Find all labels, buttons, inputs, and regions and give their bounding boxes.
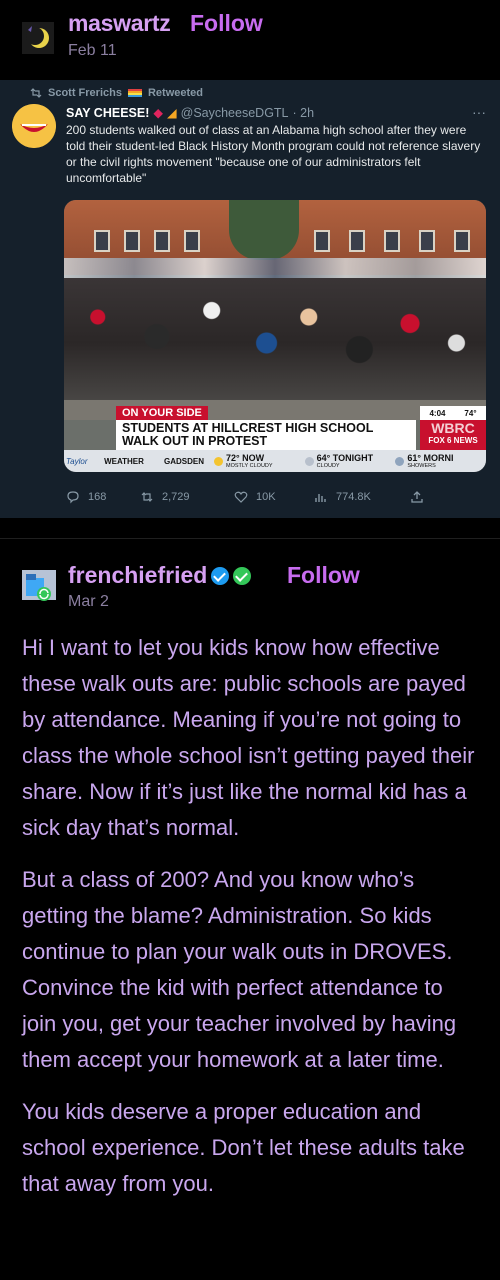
cloudy-icon xyxy=(304,456,314,466)
news-banner-label: ON YOUR SIDE xyxy=(116,406,208,420)
weather-city: GADSDEN xyxy=(163,456,204,466)
forecast-now-cond: MOSTLY CLOUDY xyxy=(226,462,273,469)
smile-logo-icon xyxy=(12,104,56,148)
forecast-now: 72° NOW MOSTLY CLOUDY xyxy=(214,452,305,469)
weather-ticker: Taylor WEATHER GADSDEN 72° NOW MOSTLY CL… xyxy=(64,450,486,472)
retweeter-name[interactable]: Scott Frerichs xyxy=(48,87,122,99)
analytics-icon xyxy=(315,494,326,502)
post-paragraph: You kids deserve a proper education and … xyxy=(22,1099,465,1196)
like-button[interactable]: 10K xyxy=(234,490,314,504)
post-date[interactable]: Feb 11 xyxy=(68,42,117,60)
showers-icon xyxy=(395,456,405,466)
checkmark-badge-icon xyxy=(233,566,252,585)
retweet-icon xyxy=(141,492,153,502)
retweet-icon xyxy=(30,88,42,98)
station-network: FOX 6 NEWS xyxy=(428,436,478,445)
forecast-morning-temp: 61° MORNI xyxy=(407,452,454,463)
retweet-count: 2,729 xyxy=(162,491,190,503)
forecast-morning: 61° MORNI SHOWERS xyxy=(395,452,486,469)
forecast-now-temp: 72° NOW xyxy=(226,452,265,463)
post-divider xyxy=(0,538,500,539)
follow-button[interactable]: Follow xyxy=(287,562,360,589)
tweet-author-avatar[interactable] xyxy=(12,104,56,148)
reply-count: 168 xyxy=(88,491,107,503)
forecast-tonight: 64° TONIGHT CLOUDY xyxy=(304,452,396,469)
tweet-time[interactable]: · 2h xyxy=(293,106,315,120)
tweet-text: 200 students walked out of class at an A… xyxy=(66,123,481,185)
folder-avatar-icon xyxy=(22,570,56,601)
username[interactable]: maswartz xyxy=(68,10,171,37)
embedded-tweet: Scott Frerichs Retweeted SAY CHEESE! ◆ ◢… xyxy=(0,80,500,518)
station-logo: WBRC FOX 6 NEWS xyxy=(420,420,486,450)
heart-icon xyxy=(234,491,248,503)
pride-flag-icon xyxy=(127,89,142,97)
news-clock: 4:04 74° xyxy=(420,406,486,420)
share-button[interactable] xyxy=(410,490,424,504)
tweet-header: SAY CHEESE! ◆ ◢ @SaycheeseDGTL · 2h xyxy=(66,105,315,121)
post-maswartz: maswartz Follow Feb 11 Scott Frerichs Re… xyxy=(0,0,500,520)
forecast-tonight-cond: CLOUDY xyxy=(316,462,340,469)
post-date[interactable]: Mar 2 xyxy=(68,593,109,611)
retweet-button[interactable]: 2,729 xyxy=(140,490,234,504)
user-avatar[interactable] xyxy=(22,568,56,602)
tweet-author-name[interactable]: SAY CHEESE! xyxy=(66,106,149,120)
news-temp: 74° xyxy=(464,408,477,418)
news-lower-third: ON YOUR SIDE STUDENTS AT HILLCREST HIGH … xyxy=(64,406,486,472)
post-paragraph: Hi I want to let you kids know how effec… xyxy=(22,635,475,840)
username[interactable]: frenchiefried xyxy=(68,562,207,589)
news-time: 4:04 xyxy=(429,408,446,418)
post-paragraph: But a class of 200? And you know who’s g… xyxy=(22,867,457,1072)
more-options-icon[interactable]: ··· xyxy=(472,104,486,120)
forecast-tonight-temp: 64° TONIGHT xyxy=(316,452,374,463)
user-avatar[interactable] xyxy=(22,22,54,54)
forecast-morning-cond: SHOWERS xyxy=(407,462,436,469)
follow-button[interactable]: Follow xyxy=(190,10,263,37)
reply-button[interactable]: 168 xyxy=(66,490,140,504)
reply-icon xyxy=(67,491,79,504)
views-button[interactable]: 774.8K xyxy=(314,490,410,504)
retweet-attribution: Scott Frerichs Retweeted xyxy=(30,87,203,99)
tweet-metrics: 168 2,729 10K 774.8K xyxy=(66,490,486,504)
views-count: 774.8K xyxy=(336,491,371,503)
moon-avatar-icon xyxy=(22,22,54,54)
like-count: 10K xyxy=(256,491,276,503)
tweet-media-image[interactable]: ON YOUR SIDE STUDENTS AT HILLCREST HIGH … xyxy=(64,200,486,472)
weather-label: WEATHER xyxy=(104,456,144,466)
share-icon xyxy=(411,491,423,503)
tweet-author-handle[interactable]: @SaycheeseDGTL xyxy=(181,106,289,120)
post-body: Hi I want to let you kids know how effec… xyxy=(22,630,482,1218)
weather-brand: Taylor xyxy=(66,456,88,466)
partly-cloudy-icon xyxy=(214,456,223,466)
news-headline-line2: WALK OUT IN PROTEST xyxy=(122,434,268,448)
cheese-emoji-icon: ◢ xyxy=(167,106,177,120)
station-call-sign: WBRC xyxy=(431,420,475,436)
student-crowd xyxy=(64,278,486,408)
username-row: frenchiefried xyxy=(68,562,252,589)
retweeted-label: Retweeted xyxy=(147,87,203,99)
lips-emoji-icon: ◆ xyxy=(153,106,163,120)
verified-badge-icon xyxy=(211,566,230,585)
news-headline: STUDENTS AT HILLCREST HIGH SCHOOL WALK O… xyxy=(116,420,416,450)
